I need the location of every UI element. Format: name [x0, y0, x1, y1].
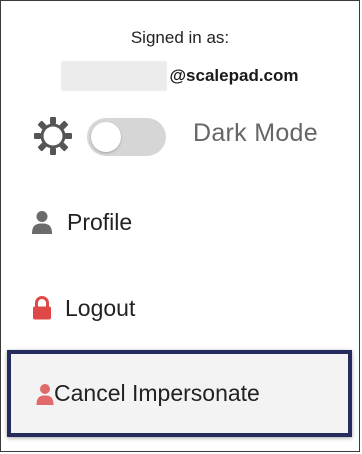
cancel-impersonate-button[interactable]: Cancel Impersonate: [7, 350, 352, 437]
signed-in-email: @scalepad.com: [1, 61, 359, 91]
user-icon: [36, 383, 54, 405]
dark-mode-toggle[interactable]: [87, 118, 166, 156]
signed-in-label: Signed in as:: [130, 28, 230, 47]
dark-mode-row: Dark Mode: [1, 113, 359, 163]
user-icon: [31, 210, 53, 234]
dark-mode-label: Dark Mode: [193, 119, 318, 147]
account-menu: Signed in as: @scalepad.com Dark Mode Pr…: [0, 0, 360, 452]
profile-label: Profile: [67, 208, 133, 235]
sun-icon: [34, 117, 72, 155]
toggle-knob: [91, 122, 121, 152]
redacted-email-username: [61, 61, 168, 91]
cancel-impersonate-label: Cancel Impersonate: [54, 380, 260, 406]
lock-icon: [32, 296, 52, 320]
logout-menu-item[interactable]: Logout: [1, 286, 359, 330]
logout-label: Logout: [65, 294, 136, 321]
profile-menu-item[interactable]: Profile: [1, 200, 359, 244]
email-domain: @scalepad.com: [169, 66, 299, 85]
